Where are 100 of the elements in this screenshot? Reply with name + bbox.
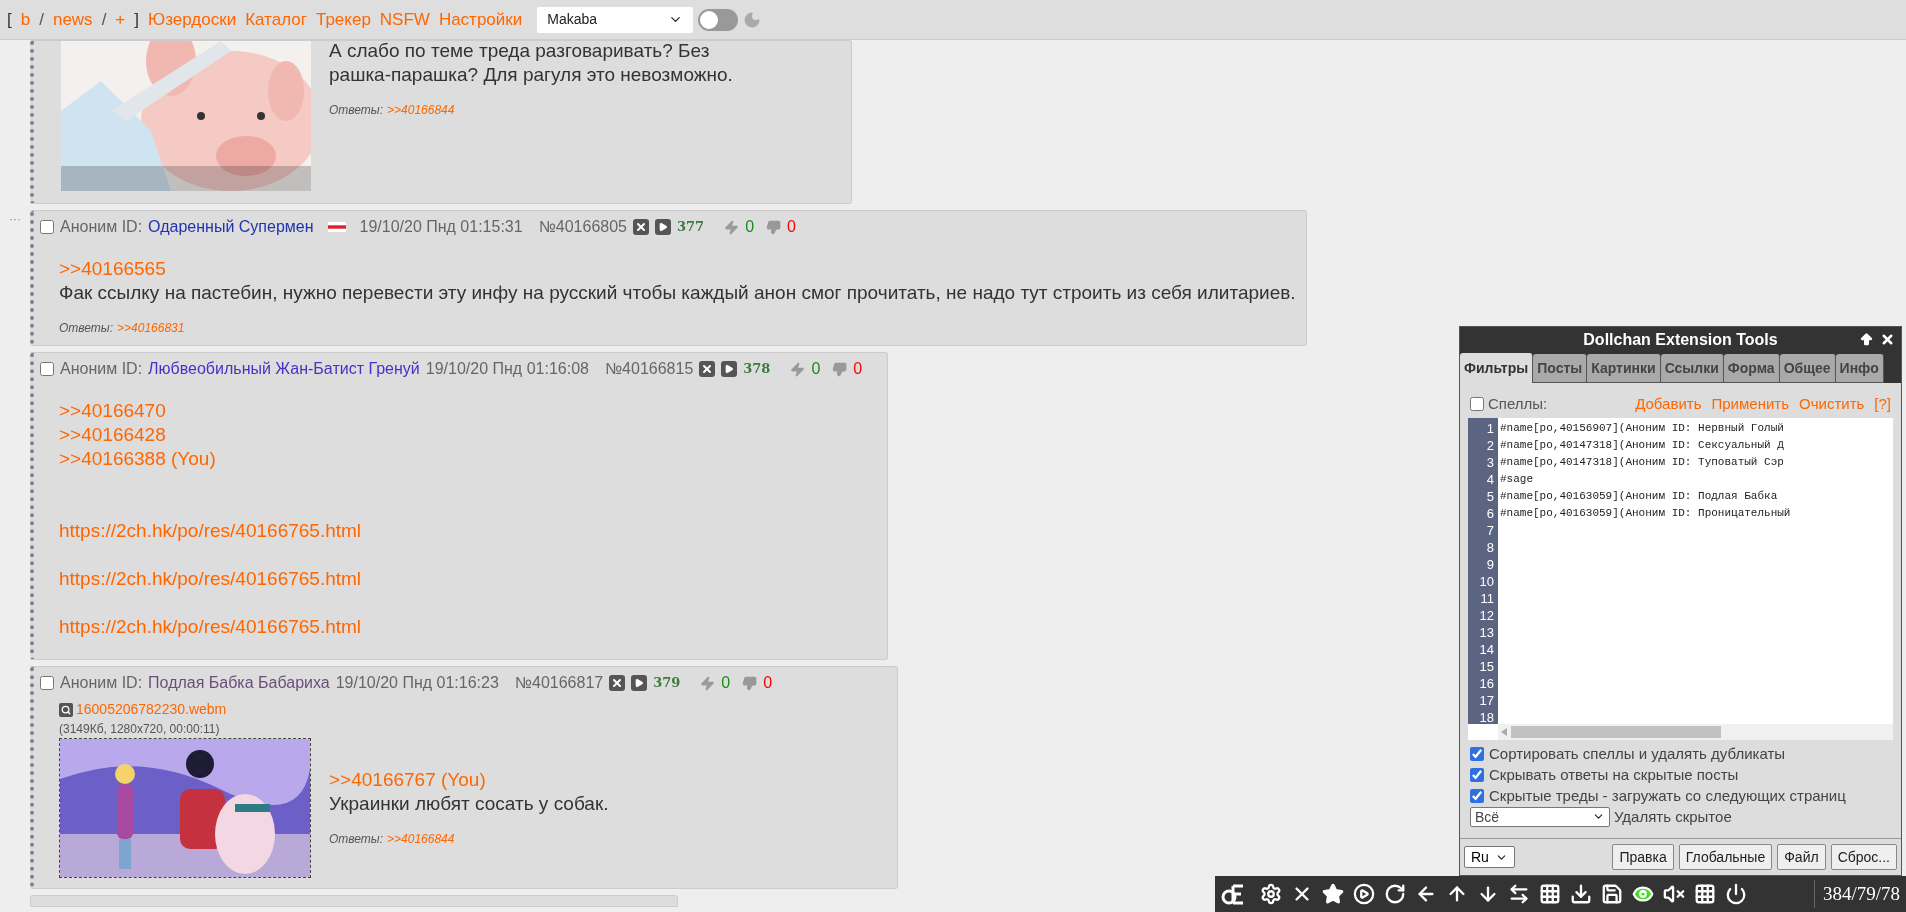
panel-tab[interactable]: Инфо bbox=[1835, 354, 1884, 383]
play-icon[interactable] bbox=[1353, 883, 1375, 905]
nav-link[interactable]: Каталог bbox=[245, 6, 307, 33]
post-link[interactable]: https://2ch.hk/po/res/40166765.html bbox=[59, 615, 362, 639]
download-icon[interactable] bbox=[1570, 883, 1592, 905]
board-link[interactable]: b bbox=[20, 6, 31, 33]
post-number[interactable]: №40166817 bbox=[514, 671, 604, 695]
panel-tab[interactable]: Посты bbox=[1533, 354, 1588, 383]
post-date: 19/10/20 Пнд 01:16:08 bbox=[425, 359, 589, 379]
post-checkbox[interactable] bbox=[40, 362, 54, 376]
replies-label: Ответы: bbox=[59, 320, 114, 337]
poster-id[interactable]: Подлая Бабка Бабариха bbox=[148, 671, 330, 695]
panel-tab[interactable]: Ссылки bbox=[1660, 354, 1724, 383]
panel-button[interactable]: Правка bbox=[1612, 844, 1674, 870]
board-link[interactable]: news bbox=[52, 6, 93, 33]
line-number: 2 bbox=[1486, 436, 1494, 454]
option-checkbox[interactable] bbox=[1470, 746, 1484, 761]
file-name[interactable]: 16005206782230.webm bbox=[76, 699, 227, 720]
post-link[interactable]: >>40166428 bbox=[59, 423, 166, 447]
hide-icon[interactable] bbox=[609, 675, 626, 691]
post-link[interactable]: https://2ch.hk/po/res/40166765.html bbox=[59, 519, 362, 543]
line-number: 3 bbox=[1486, 453, 1494, 471]
post-number[interactable]: №40166815 bbox=[604, 357, 694, 381]
reply-link[interactable]: >>40166844 bbox=[387, 101, 455, 119]
board-link[interactable]: + bbox=[115, 6, 126, 33]
spell-action-link[interactable]: Очистить bbox=[1799, 393, 1865, 416]
panel-button[interactable]: Сброс... bbox=[1830, 844, 1897, 870]
mute-icon[interactable] bbox=[1663, 883, 1685, 905]
language-select[interactable]: Ru bbox=[1464, 846, 1515, 868]
line-number: 15 bbox=[1479, 657, 1494, 675]
line-number: 18 bbox=[1479, 708, 1494, 724]
poster-id[interactable]: Любвеобильный Жан-Батист Гренуй bbox=[148, 357, 420, 381]
line-number: 7 bbox=[1486, 521, 1494, 539]
post-link[interactable]: >>40166470 bbox=[59, 399, 166, 423]
line-number: 9 bbox=[1486, 555, 1494, 573]
pin-icon[interactable] bbox=[1859, 332, 1874, 347]
post-number[interactable]: №40166805 bbox=[538, 215, 627, 239]
panel-tab[interactable]: Общее bbox=[1779, 354, 1836, 383]
expand-icon[interactable] bbox=[1508, 883, 1530, 905]
post-link[interactable]: >>40166767 (You) bbox=[329, 768, 486, 792]
reply-link[interactable]: >>40166844 bbox=[387, 830, 455, 848]
nav-link[interactable]: Трекер bbox=[315, 6, 371, 33]
search-icon[interactable] bbox=[59, 702, 73, 717]
option-label: Скрытые треды - загружать со следующих страниц bbox=[1489, 785, 1846, 806]
post-date: 19/10/20 Пнд 01:16:23 bbox=[335, 673, 499, 693]
nav-link[interactable]: NSFW bbox=[379, 6, 430, 33]
replies-label: Ответы: bbox=[329, 102, 384, 119]
star-icon[interactable] bbox=[1322, 883, 1344, 905]
option-label: Сортировать спеллы и удалять дубликаты bbox=[1489, 743, 1786, 764]
panel-tab[interactable]: Фильтры bbox=[1460, 353, 1534, 383]
panel-tab[interactable]: Картинки bbox=[1587, 354, 1661, 383]
post-link[interactable]: >>40166388 (You) bbox=[59, 447, 216, 471]
post-text: Фак ссылку на пастебин, нужно перевести эту инфу на русский чтобы каждый анон смог прочитать, не надо тут строить из себя илитариев. bbox=[59, 281, 1296, 305]
post-checkbox[interactable] bbox=[40, 676, 54, 690]
panel-button[interactable]: Файл bbox=[1777, 844, 1826, 870]
spell-action-link[interactable]: [?] bbox=[1874, 393, 1891, 416]
panel-tab[interactable]: Форма bbox=[1723, 354, 1780, 383]
play-icon[interactable] bbox=[655, 219, 671, 235]
post-checkbox[interactable] bbox=[40, 220, 54, 234]
spell-action-link[interactable]: Применить bbox=[1711, 393, 1789, 416]
post-count: 378 bbox=[743, 360, 771, 379]
post-author: Аноним ID: bbox=[60, 217, 143, 237]
reply-link[interactable]: >>40166831 bbox=[117, 319, 185, 337]
spells-checkbox[interactable] bbox=[1470, 397, 1484, 412]
grid-icon[interactable] bbox=[1694, 883, 1716, 905]
nav-link[interactable]: Юзердоски bbox=[148, 6, 237, 33]
line-number: 6 bbox=[1486, 504, 1494, 522]
settings-icon[interactable] bbox=[1260, 883, 1282, 905]
separator: / bbox=[101, 8, 107, 31]
play-icon[interactable] bbox=[631, 675, 648, 691]
play-icon[interactable] bbox=[721, 361, 738, 377]
post-text: Украинки любят сосать у собак. bbox=[329, 792, 609, 816]
dislike-count: 0 bbox=[787, 217, 796, 237]
option-checkbox[interactable] bbox=[1470, 788, 1484, 803]
hide-icon[interactable] bbox=[699, 361, 716, 377]
nav-link[interactable]: Настройки bbox=[438, 6, 523, 33]
option-checkbox[interactable] bbox=[1470, 767, 1484, 782]
line-number: 8 bbox=[1486, 538, 1494, 556]
save-icon[interactable] bbox=[1601, 883, 1623, 905]
power-icon[interactable] bbox=[1725, 883, 1747, 905]
dots[interactable]: ··· bbox=[9, 214, 21, 220]
dislike-count: 0 bbox=[763, 673, 773, 693]
refresh-icon[interactable] bbox=[1384, 883, 1406, 905]
panel-button[interactable]: Глобальные bbox=[1678, 844, 1773, 870]
hide-select[interactable]: Всё bbox=[1470, 806, 1610, 827]
line-number: 5 bbox=[1486, 487, 1494, 505]
post-link[interactable]: >>40166565 bbox=[59, 257, 166, 281]
code-line: #name[po,40163059](Аноним ID: Проницательный bbox=[1500, 505, 1791, 521]
post-link[interactable]: https://2ch.hk/po/res/40166765.html bbox=[59, 567, 362, 591]
spells-editor[interactable] bbox=[1468, 417, 1893, 740]
post-date: 19/10/20 Пнд 01:15:31 bbox=[359, 217, 523, 237]
code-line: #name[po,40163059](Аноним ID: Подлая Бабка bbox=[1500, 488, 1779, 504]
horizontal-scrollbar[interactable] bbox=[1498, 723, 1893, 740]
close-icon[interactable] bbox=[1880, 332, 1895, 347]
logo-icon[interactable] bbox=[1221, 882, 1245, 906]
poster-id[interactable]: Одаренный Супермен bbox=[148, 215, 314, 239]
hide-icon[interactable] bbox=[633, 219, 649, 235]
spell-action-link[interactable]: Добавить bbox=[1635, 393, 1702, 416]
style-select[interactable]: Makaba bbox=[537, 6, 694, 33]
theme-toggle[interactable] bbox=[698, 8, 739, 31]
